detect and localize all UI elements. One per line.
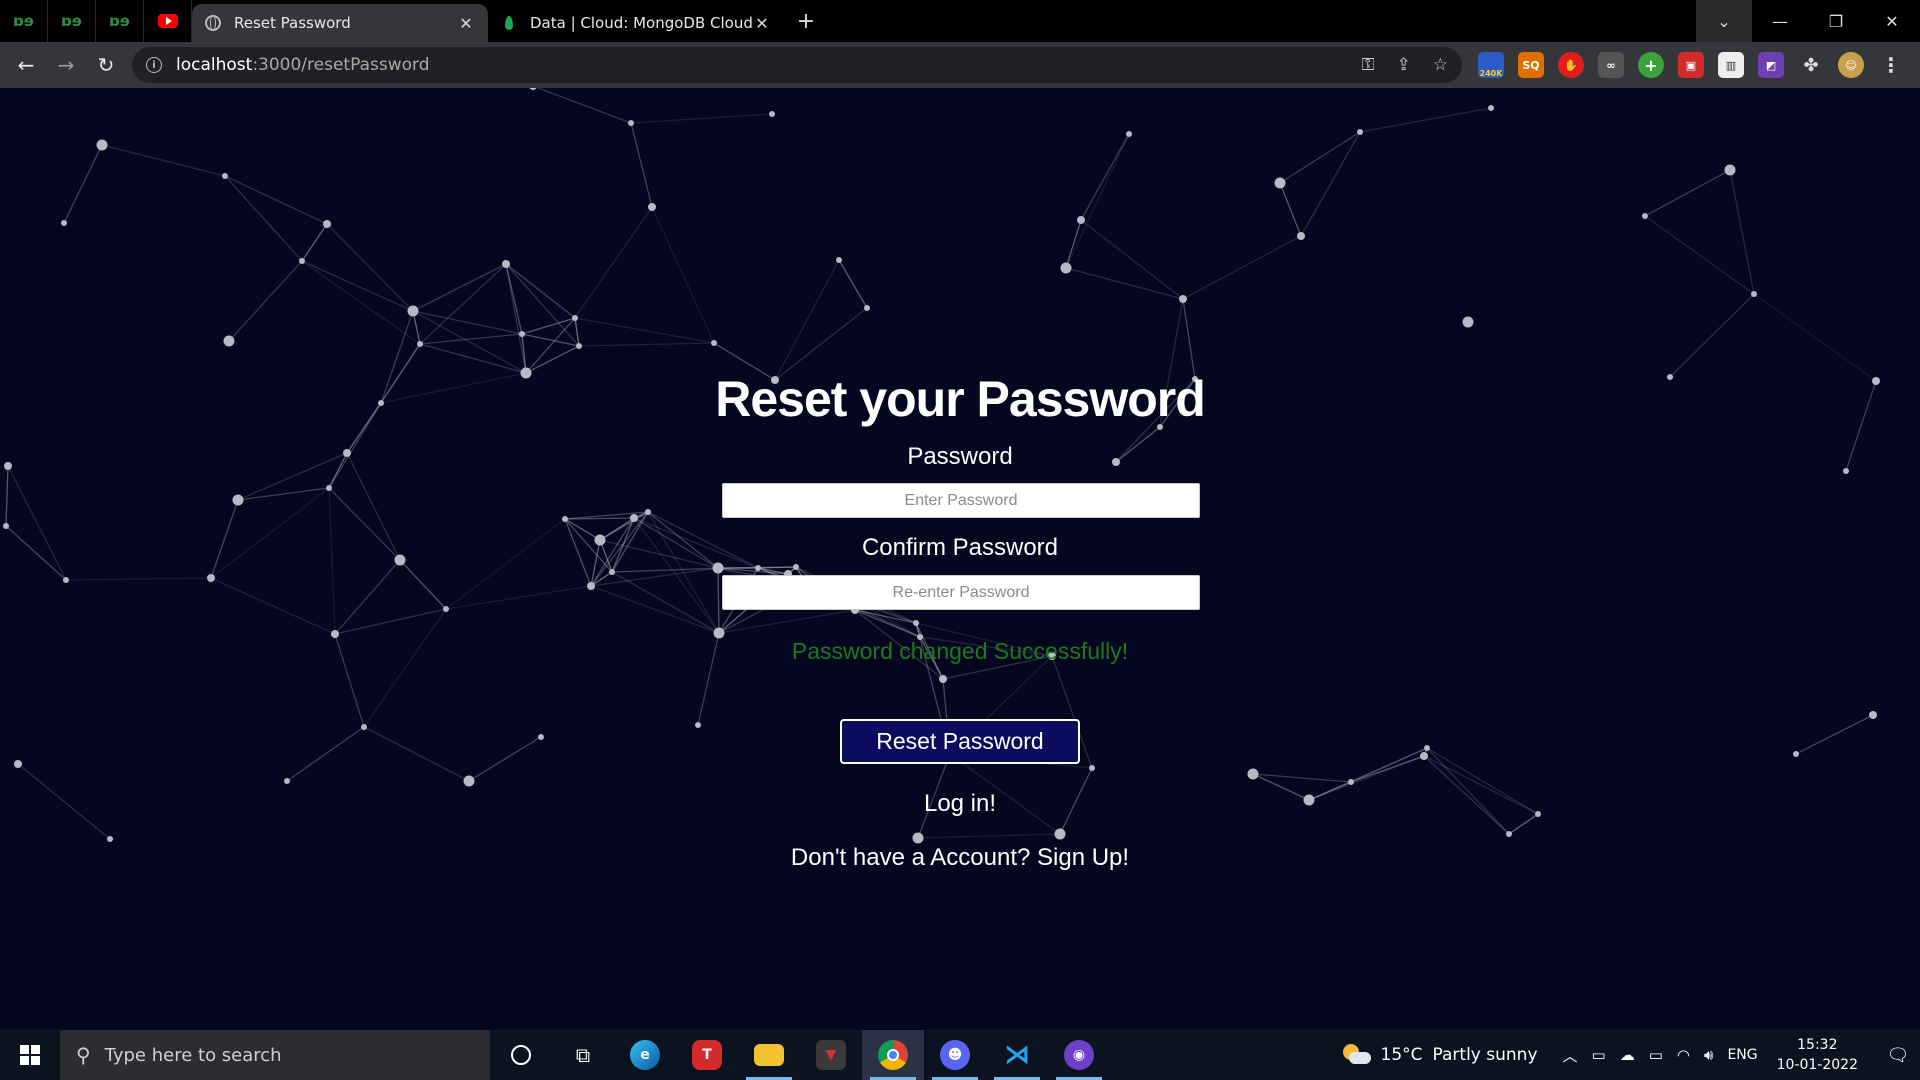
clock-date: 10-01-2022 xyxy=(1776,1057,1858,1073)
onedrive-cloud-icon[interactable]: ☁ xyxy=(1620,1046,1635,1064)
password-input[interactable] xyxy=(722,483,1200,518)
geeksforgeeks-icon: ɒɘ xyxy=(61,12,82,30)
system-tray: 15°C Partly sunny ︿ ▭ ☁ ▭ ◠ 🔊︎ ENG 15:32… xyxy=(1342,1030,1920,1080)
bookmark-star-icon[interactable]: ☆ xyxy=(1433,55,1448,75)
tab-title: Reset Password xyxy=(234,14,351,32)
weather-widget[interactable]: 15°C Partly sunny xyxy=(1342,1044,1538,1066)
volume-icon[interactable]: 🔊︎ xyxy=(1704,1046,1713,1064)
pinned-tab-geeksforgeeks[interactable]: ɒɘ xyxy=(96,0,144,42)
geeksforgeeks-icon: ɒɘ xyxy=(13,12,34,30)
geeksforgeeks-icon: ɒɘ xyxy=(109,12,130,30)
cortana-button[interactable] xyxy=(490,1030,552,1080)
t-app-icon: T xyxy=(692,1040,722,1070)
extension-240k-icon[interactable]: 240K xyxy=(1478,52,1504,78)
meet-now-icon[interactable]: ▭ xyxy=(1592,1046,1606,1064)
notifications-icon[interactable]: 🗨︎ xyxy=(1876,1045,1920,1066)
youtube-icon xyxy=(157,14,178,28)
login-link[interactable]: Log in! xyxy=(0,790,1920,818)
extension-plus-icon[interactable]: + xyxy=(1638,52,1664,78)
reset-password-form: Reset your Password Password Confirm Pas… xyxy=(0,88,1920,1030)
close-tab-icon[interactable]: ✕ xyxy=(456,14,476,33)
battery-icon[interactable]: ▭ xyxy=(1649,1046,1663,1064)
profile-avatar[interactable]: ☺ xyxy=(1838,52,1864,78)
extensions-area: 240K SQ ✋ ∞ + ▣ ▥ ◩ ✤ ☺ ⋮ xyxy=(1478,52,1904,78)
folder-icon xyxy=(754,1044,784,1066)
reset-password-button[interactable]: Reset Password xyxy=(840,719,1080,764)
url-path: :3000/resetPassword xyxy=(252,55,430,75)
browser-menu-icon[interactable]: ⋮ xyxy=(1878,52,1904,78)
extension-hand-icon[interactable]: ✋ xyxy=(1558,52,1584,78)
show-hidden-icons-chevron-icon[interactable]: ︿ xyxy=(1563,1045,1578,1066)
tab-title: Data | Cloud: MongoDB Cloud xyxy=(530,14,752,32)
windows-taskbar: ⚲ Type here to search ⧉ e T ▼ ☻ ⋊ ◉ 15°C… xyxy=(0,1030,1920,1080)
taskbar-app-chrome[interactable] xyxy=(862,1030,924,1080)
edge-icon: e xyxy=(630,1040,660,1070)
taskbar-app-github-desktop[interactable]: ◉ xyxy=(1048,1030,1110,1080)
password-label: Password xyxy=(907,443,1013,470)
clock[interactable]: 15:32 10-01-2022 xyxy=(1777,1035,1858,1075)
extension-red-square-icon[interactable]: ▣ xyxy=(1678,52,1704,78)
windows-logo-icon xyxy=(20,1045,40,1065)
extension-sq-icon[interactable]: SQ xyxy=(1518,52,1544,78)
search-placeholder: Type here to search xyxy=(104,1044,282,1066)
extensions-puzzle-icon[interactable]: ✤ xyxy=(1798,52,1824,78)
confirm-password-label: Confirm Password xyxy=(861,534,1059,561)
pinned-tab-geeksforgeeks[interactable]: ɒɘ xyxy=(48,0,96,42)
wifi-icon[interactable]: ◠ xyxy=(1677,1046,1690,1064)
reload-button[interactable]: ↻ xyxy=(86,45,126,85)
taskbar-app-file-explorer[interactable] xyxy=(738,1030,800,1080)
taskbar-app-predator[interactable]: ▼ xyxy=(800,1030,862,1080)
address-bar[interactable]: i localhost:3000/resetPassword ⚿ ⇪ ☆ xyxy=(132,47,1462,83)
taskbar-app-edge[interactable]: e xyxy=(614,1030,676,1080)
restore-button[interactable]: ❐ xyxy=(1808,0,1864,42)
browser-toolbar: ← → ↻ i localhost:3000/resetPassword ⚿ ⇪… xyxy=(0,42,1920,88)
extension-glasses-icon[interactable]: ∞ xyxy=(1598,52,1624,78)
signup-link[interactable]: Don't have a Account? Sign Up! xyxy=(0,844,1920,872)
web-page: Reset your Password Password Confirm Pas… xyxy=(0,88,1920,1030)
share-icon[interactable]: ⇪ xyxy=(1397,55,1411,75)
site-info-icon[interactable]: i xyxy=(146,57,162,73)
start-button[interactable] xyxy=(0,1030,60,1080)
weather-temperature: 15°C xyxy=(1380,1045,1423,1065)
pinned-tab-geeksforgeeks[interactable]: ɒɘ xyxy=(0,0,48,42)
language-indicator[interactable]: ENG xyxy=(1727,1047,1757,1063)
forward-button[interactable]: → xyxy=(46,45,86,85)
mongodb-leaf-icon xyxy=(505,16,513,30)
page-title: Reset your Password xyxy=(715,371,1206,427)
github-icon: ◉ xyxy=(1064,1040,1094,1070)
taskbar-app-t[interactable]: T xyxy=(676,1030,738,1080)
extension-chart-icon[interactable]: ▥ xyxy=(1718,52,1744,78)
chrome-icon xyxy=(878,1040,908,1070)
new-tab-button[interactable]: + xyxy=(790,5,822,37)
minimize-button[interactable]: — xyxy=(1752,0,1808,42)
pinned-tab-youtube[interactable] xyxy=(144,0,192,42)
task-view-button[interactable]: ⧉ xyxy=(552,1030,614,1080)
tab-reset-password[interactable]: Reset Password ✕ xyxy=(192,4,488,42)
close-tab-icon[interactable]: ✕ xyxy=(752,14,772,33)
tab-search-chevron-icon[interactable]: ⌄ xyxy=(1696,0,1752,42)
partly-sunny-icon xyxy=(1342,1044,1371,1066)
task-view-icon: ⧉ xyxy=(575,1043,591,1067)
weather-condition: Partly sunny xyxy=(1432,1045,1538,1065)
back-button[interactable]: ← xyxy=(6,45,46,85)
cortana-circle-icon xyxy=(511,1045,531,1065)
success-message: Password changed Successfully! xyxy=(791,638,1129,664)
globe-icon xyxy=(205,15,221,31)
extension-purple-icon[interactable]: ◩ xyxy=(1758,52,1784,78)
confirm-password-input[interactable] xyxy=(722,575,1200,610)
predator-icon: ▼ xyxy=(816,1040,846,1070)
taskbar-app-discord[interactable]: ☻ xyxy=(924,1030,986,1080)
search-icon: ⚲ xyxy=(76,1043,91,1067)
vscode-icon: ⋊ xyxy=(1004,1040,1030,1070)
tab-mongodb-cloud[interactable]: Data | Cloud: MongoDB Cloud ✕ xyxy=(488,4,784,42)
password-key-icon[interactable]: ⚿ xyxy=(1362,55,1375,75)
discord-icon: ☻ xyxy=(940,1040,970,1070)
clock-time: 15:32 xyxy=(1797,1037,1838,1053)
url-host: localhost xyxy=(176,55,253,75)
taskbar-search-box[interactable]: ⚲ Type here to search xyxy=(60,1030,490,1080)
close-window-button[interactable]: ✕ xyxy=(1864,0,1920,42)
taskbar-app-vscode[interactable]: ⋊ xyxy=(986,1030,1048,1080)
browser-tab-strip: ɒɘ ɒɘ ɒɘ Reset Password ✕ Data | Cloud: … xyxy=(0,0,1920,42)
